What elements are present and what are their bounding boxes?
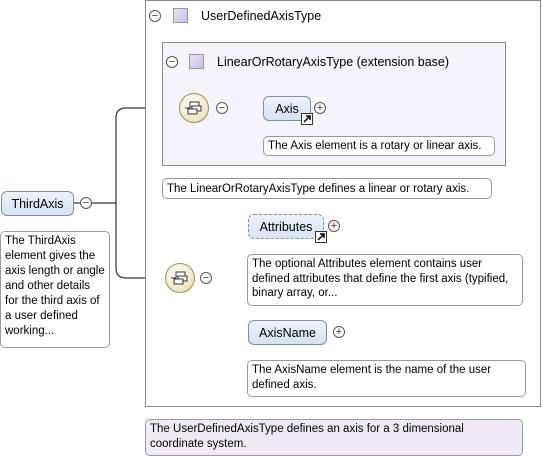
sequence-symbol-icon — [185, 101, 202, 115]
type-collapse-icon[interactable]: − — [149, 10, 161, 22]
axis-name-element-label: AxisName — [259, 325, 316, 340]
reference-arrow-icon-2 — [315, 231, 327, 243]
third-axis-collapse-icon[interactable]: − — [80, 197, 92, 209]
extension-type-icon — [189, 54, 204, 69]
sequence-symbol-icon-2 — [171, 271, 188, 285]
complex-type-icon — [173, 8, 188, 23]
axis-element-label: Axis — [275, 101, 299, 116]
sequence-2-collapse-icon[interactable]: − — [200, 272, 212, 284]
sequence-compositor-icon[interactable] — [179, 93, 209, 123]
third-axis-element[interactable]: ThirdAxis — [1, 191, 74, 216]
attributes-expand-icon[interactable]: + — [328, 220, 340, 232]
type-title: UserDefinedAxisType — [201, 9, 322, 23]
attributes-element[interactable]: Attributes — [248, 214, 324, 239]
type-doc: The UserDefinedAxisType defines an axis … — [145, 419, 523, 456]
third-axis-label: ThirdAxis — [11, 196, 64, 211]
attributes-element-label: Attributes — [259, 219, 313, 234]
axis-expand-icon[interactable]: + — [314, 102, 326, 114]
reference-arrow-icon — [301, 113, 313, 125]
third-axis-doc: The ThirdAxis element gives the axis len… — [0, 231, 110, 348]
extension-doc: The LinearOrRotaryAxisType defines a lin… — [162, 178, 492, 199]
sequence-compositor-icon-2[interactable] — [165, 263, 195, 293]
axis-doc: The Axis element is a rotary or linear a… — [263, 136, 495, 156]
axis-name-doc: The AxisName element is the name of the … — [247, 360, 526, 397]
axis-name-element[interactable]: AxisName — [248, 320, 327, 345]
axis-name-expand-icon[interactable]: + — [333, 326, 345, 338]
attributes-doc: The optional Attributes element contains… — [247, 254, 523, 306]
extension-sequence-collapse-icon[interactable]: − — [216, 102, 228, 114]
extension-title: LinearOrRotaryAxisType (extension base) — [217, 55, 450, 69]
extension-collapse-icon[interactable]: − — [166, 56, 178, 68]
